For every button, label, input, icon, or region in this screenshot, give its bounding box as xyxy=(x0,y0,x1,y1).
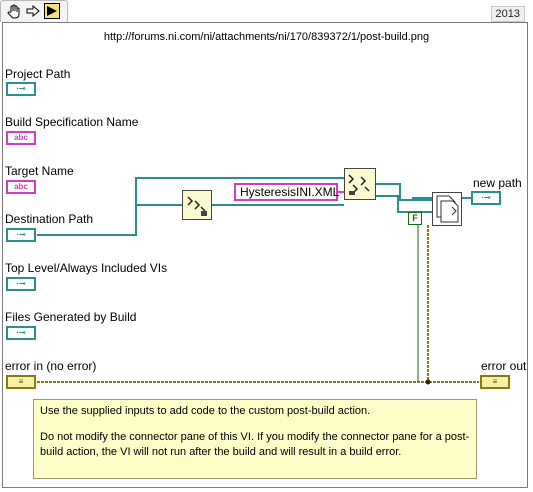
string-type-icon: abc xyxy=(14,182,28,191)
instructions-note: Use the supplied inputs to add code to t… xyxy=(33,399,477,479)
filename-string-constant[interactable]: HysteresisINI.XML xyxy=(234,183,339,201)
build-spec-name-label: Build Specification Name xyxy=(5,115,139,129)
destination-path-label: Destination Path xyxy=(5,212,94,226)
build-path-node[interactable] xyxy=(344,168,376,200)
copy-file-node[interactable] xyxy=(432,192,462,226)
project-path-label: Project Path xyxy=(5,67,71,81)
destination-path-terminal[interactable]: ·⊸ xyxy=(6,228,36,242)
path-type-icon: ·⊸ xyxy=(481,193,491,202)
wire-junction xyxy=(425,379,431,385)
top-level-vis-terminal[interactable]: ·⊸ xyxy=(6,277,36,291)
string-type-icon: abc xyxy=(14,133,28,142)
error-out-indicator[interactable]: ≡ xyxy=(480,375,510,389)
path-type-icon: ·⊸ xyxy=(16,84,26,93)
target-name-terminal[interactable]: abc xyxy=(6,180,36,194)
build-path-icon xyxy=(348,174,370,195)
strip-path-node[interactable] xyxy=(182,190,212,220)
error-in-terminal[interactable]: ≡ xyxy=(6,375,36,389)
path-array-icon: ·⊸ xyxy=(16,328,26,337)
build-spec-name-terminal[interactable]: abc xyxy=(6,131,36,145)
error-out-label: error out xyxy=(481,359,527,373)
note-line-1: Use the supplied inputs to add code to t… xyxy=(40,405,371,417)
strip-path-icon xyxy=(187,196,207,216)
error-in-label: error in (no error) xyxy=(5,359,97,373)
error-cluster-icon: ≡ xyxy=(492,377,498,386)
copy-file-icon xyxy=(436,195,459,223)
path-type-icon: ·⊸ xyxy=(16,230,26,239)
top-level-vis-label: Top Level/Always Included VIs xyxy=(5,261,168,275)
files-generated-terminal[interactable]: ·⊸ xyxy=(6,326,36,340)
new-path-label: new path xyxy=(473,176,522,190)
new-path-indicator[interactable]: ·⊸ xyxy=(471,191,501,205)
path-array-icon: ·⊸ xyxy=(16,279,26,288)
target-name-label: Target Name xyxy=(5,164,74,178)
error-cluster-icon: ≡ xyxy=(18,377,24,386)
project-path-terminal[interactable]: ·⊸ xyxy=(6,82,36,96)
files-generated-label: Files Generated by Build xyxy=(5,310,137,324)
note-line-2: Do not modify the connector pane of this… xyxy=(40,431,470,458)
false-boolean-constant[interactable]: F xyxy=(408,212,422,225)
